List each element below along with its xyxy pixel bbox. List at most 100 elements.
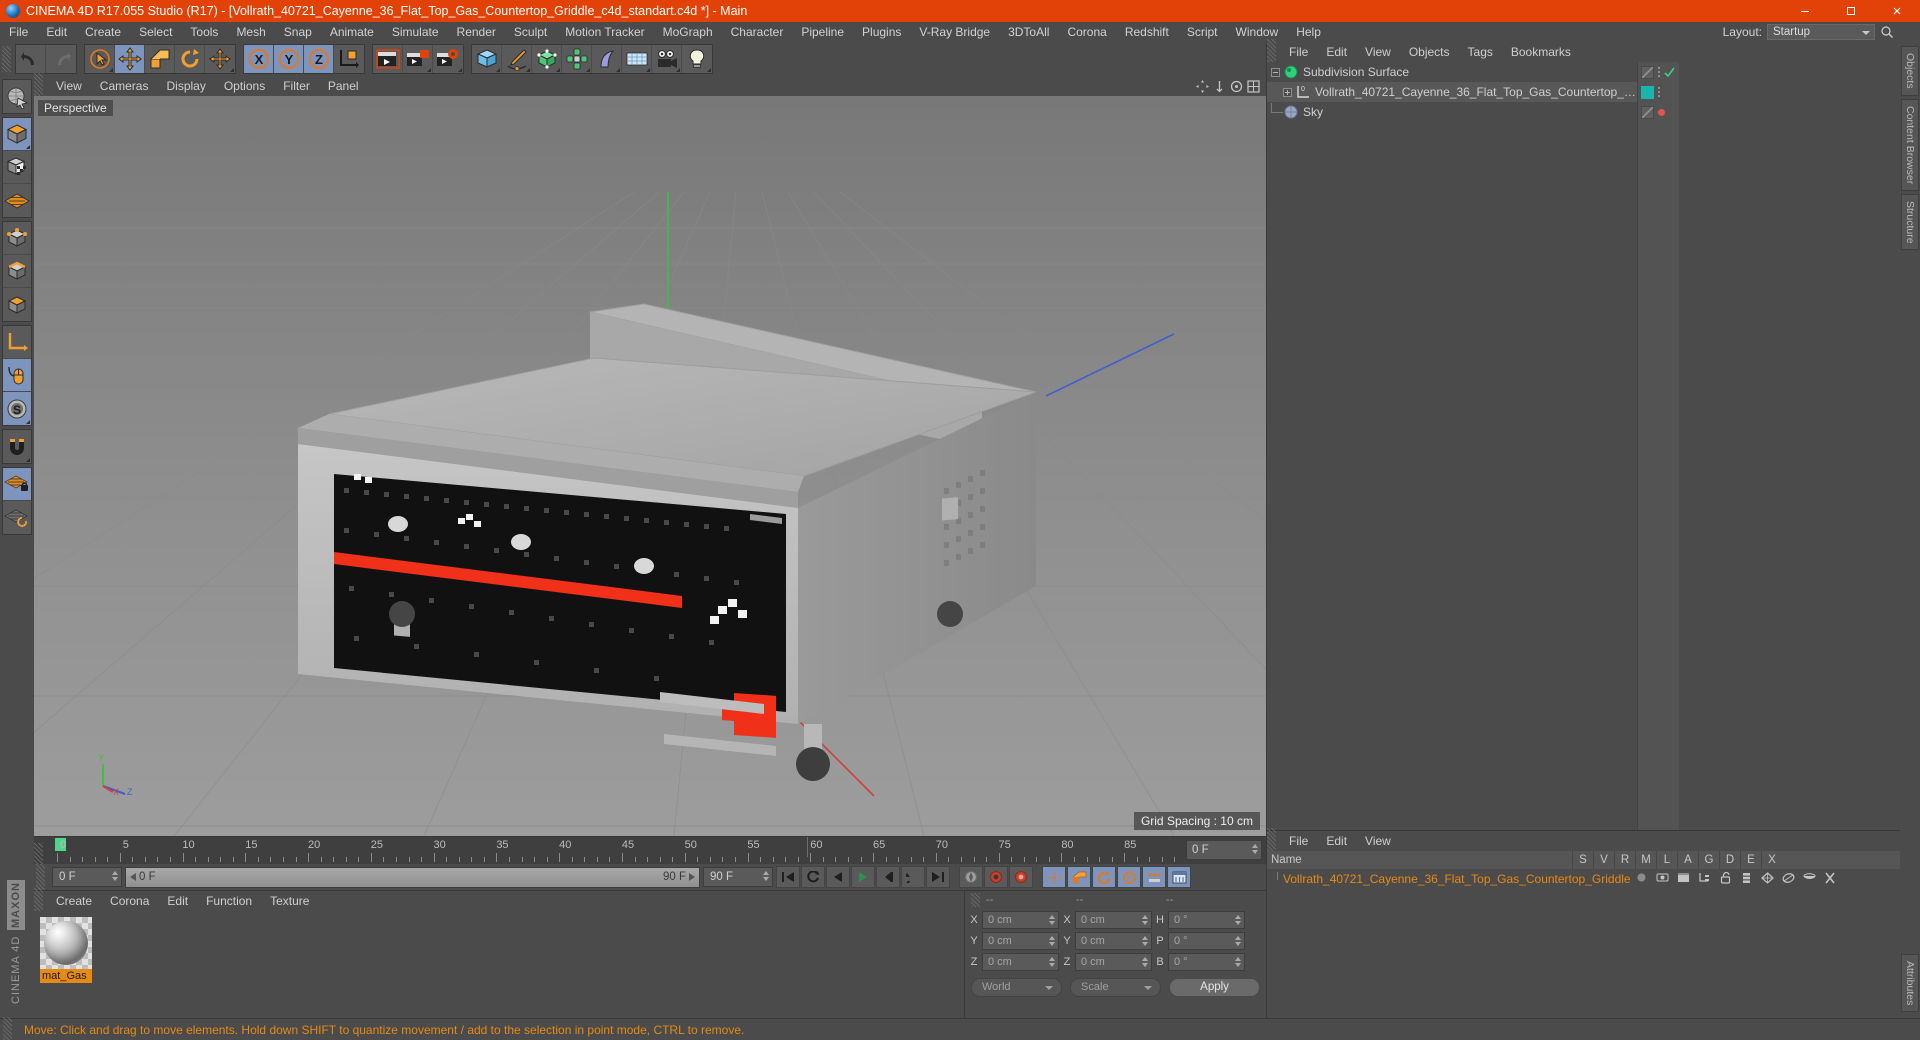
edges-mode-button[interactable] xyxy=(3,255,31,288)
viewport-zoom-icon[interactable] xyxy=(1213,80,1226,93)
light-button[interactable] xyxy=(682,45,712,73)
column-header-e[interactable]: E xyxy=(1740,851,1761,869)
scene-floor-button[interactable] xyxy=(622,45,652,73)
spinner-icon[interactable] xyxy=(1142,936,1148,946)
axis-x-button[interactable]: X xyxy=(244,45,274,73)
attribute-table-row[interactable]: Vollrath_40721_Cayenne_36_Flat_Top_Gas_C… xyxy=(1267,869,1900,889)
am-menu-file[interactable]: File xyxy=(1280,831,1317,851)
viewport-3d[interactable]: Perspective Grid Spacing : 10 cm Y Z X xyxy=(34,96,1266,836)
om-menu-view[interactable]: View xyxy=(1356,42,1400,62)
menu-window[interactable]: Window xyxy=(1227,22,1288,42)
menu-motion-tracker[interactable]: Motion Tracker xyxy=(556,22,653,42)
rotation-b-input[interactable]: 0 ° xyxy=(1168,953,1245,971)
menu-snap[interactable]: Snap xyxy=(275,22,321,42)
end-frame-field[interactable]: 90 F xyxy=(703,867,773,887)
pla-key-button[interactable] xyxy=(1142,866,1166,888)
material-item[interactable]: mat_Gas xyxy=(40,917,96,983)
render-settings-button[interactable] xyxy=(433,45,463,73)
maximize-button[interactable] xyxy=(1828,0,1874,22)
rotation-key-button[interactable] xyxy=(1092,866,1116,888)
enable-axis-button[interactable]: S xyxy=(3,392,31,425)
camera-button[interactable] xyxy=(652,45,682,73)
menu-animate[interactable]: Animate xyxy=(321,22,383,42)
om-menu-tags[interactable]: Tags xyxy=(1459,42,1502,62)
column-header-v[interactable]: V xyxy=(1593,851,1614,869)
menu-character[interactable]: Character xyxy=(722,22,793,42)
size-x-input[interactable]: 0 cm xyxy=(1075,911,1152,929)
scale-key-button[interactable] xyxy=(1067,866,1091,888)
scale-tool-button[interactable] xyxy=(145,45,175,73)
move-alt-button[interactable] xyxy=(205,45,235,73)
viewport-menu-view[interactable]: View xyxy=(47,76,91,96)
play-forward-button[interactable] xyxy=(851,866,875,888)
viewport-move-icon[interactable] xyxy=(1196,79,1209,93)
workplane-reset-button[interactable] xyxy=(3,501,31,534)
timeline-ruler[interactable]: 051015202530354045505560657075808590 xyxy=(47,837,1182,865)
column-header-m[interactable]: M xyxy=(1635,851,1656,869)
column-header-g[interactable]: G xyxy=(1698,851,1719,869)
menu-plugins[interactable]: Plugins xyxy=(853,22,910,42)
world-coordinate-button[interactable] xyxy=(334,45,364,73)
preview-range-slider[interactable]: 0 F 90 F xyxy=(125,866,700,888)
layers-icon[interactable] xyxy=(1736,872,1757,887)
redo-button[interactable] xyxy=(46,45,76,73)
column-header-d[interactable]: D xyxy=(1719,851,1740,869)
autokeying-button[interactable] xyxy=(984,866,1008,888)
dock-tab-structure[interactable]: Structure xyxy=(1901,193,1919,251)
menu-simulate[interactable]: Simulate xyxy=(383,22,448,42)
live-selection-tool-button[interactable] xyxy=(3,80,31,113)
step-forward-keyframe-button[interactable] xyxy=(876,866,900,888)
range-start-handle-icon[interactable] xyxy=(130,873,136,881)
menu-select[interactable]: Select xyxy=(130,22,181,42)
viewport-maximize-icon[interactable] xyxy=(1247,79,1260,93)
x-icon[interactable] xyxy=(1820,872,1841,887)
object-row-griddle[interactable]: 0 Vollrath_40721_Cayenne_36_Flat_Top_Gas… xyxy=(1267,82,1637,102)
status-bar-grip[interactable] xyxy=(3,1016,12,1040)
menu-render[interactable]: Render xyxy=(448,22,505,42)
menu-help[interactable]: Help xyxy=(1287,22,1330,42)
coordinates-grip[interactable] xyxy=(971,893,980,907)
snap-magnet-button[interactable] xyxy=(3,430,31,463)
visibility-icon[interactable] xyxy=(1652,872,1673,886)
size-z-input[interactable]: 0 cm xyxy=(1075,953,1152,971)
om-menu-objects[interactable]: Objects xyxy=(1400,42,1459,62)
material-name[interactable]: mat_Gas xyxy=(40,969,92,983)
spinner-icon[interactable] xyxy=(112,871,118,881)
render-picture-viewer-button[interactable] xyxy=(403,45,433,73)
column-header-r[interactable]: R xyxy=(1614,851,1635,869)
go-to-end-button[interactable] xyxy=(926,866,950,888)
position-y-input[interactable]: 0 cm xyxy=(982,932,1059,950)
object-row-sky[interactable]: Sky xyxy=(1267,102,1637,122)
object-manager-empty-area[interactable] xyxy=(1679,62,1900,830)
mm-menu-texture[interactable]: Texture xyxy=(261,891,318,911)
dock-tab-objects[interactable]: Objects xyxy=(1901,46,1919,96)
axis-y-button[interactable]: Y xyxy=(274,45,304,73)
transport-grip[interactable] xyxy=(36,864,45,890)
dot-handle-icon[interactable] xyxy=(1658,67,1660,77)
size-y-input[interactable]: 0 cm xyxy=(1075,932,1152,950)
menu-tools[interactable]: Tools xyxy=(181,22,227,42)
model-mode-button[interactable] xyxy=(3,118,31,151)
om-menu-bookmarks[interactable]: Bookmarks xyxy=(1502,42,1580,62)
visibility-toggle-icon[interactable] xyxy=(1641,65,1654,79)
position-key-button[interactable] xyxy=(1042,866,1066,888)
render-icon[interactable] xyxy=(1673,872,1694,886)
keyframe-selection-button[interactable] xyxy=(1009,866,1033,888)
menu-mograph[interactable]: MoGraph xyxy=(654,22,722,42)
live-selection-button[interactable] xyxy=(85,45,115,73)
spinner-icon[interactable] xyxy=(1252,844,1258,854)
dock-tab-attributes[interactable]: Attributes xyxy=(1901,953,1919,1012)
position-x-input[interactable]: 0 cm xyxy=(982,911,1059,929)
loop-button[interactable] xyxy=(901,866,925,888)
timeline-end-field[interactable]: 0 F xyxy=(1186,840,1262,860)
material-tag-swatch[interactable] xyxy=(1641,85,1654,99)
range-end-handle-icon[interactable] xyxy=(689,873,695,881)
render-view-button[interactable] xyxy=(373,45,403,73)
mograph-button[interactable] xyxy=(562,45,592,73)
menu-script[interactable]: Script xyxy=(1178,22,1227,42)
spinner-icon[interactable] xyxy=(1049,957,1055,967)
menu-sculpt[interactable]: Sculpt xyxy=(505,22,556,42)
generator-icon[interactable] xyxy=(1757,871,1778,887)
magnifier-icon[interactable] xyxy=(1880,25,1894,39)
spinner-icon[interactable] xyxy=(1235,957,1241,967)
